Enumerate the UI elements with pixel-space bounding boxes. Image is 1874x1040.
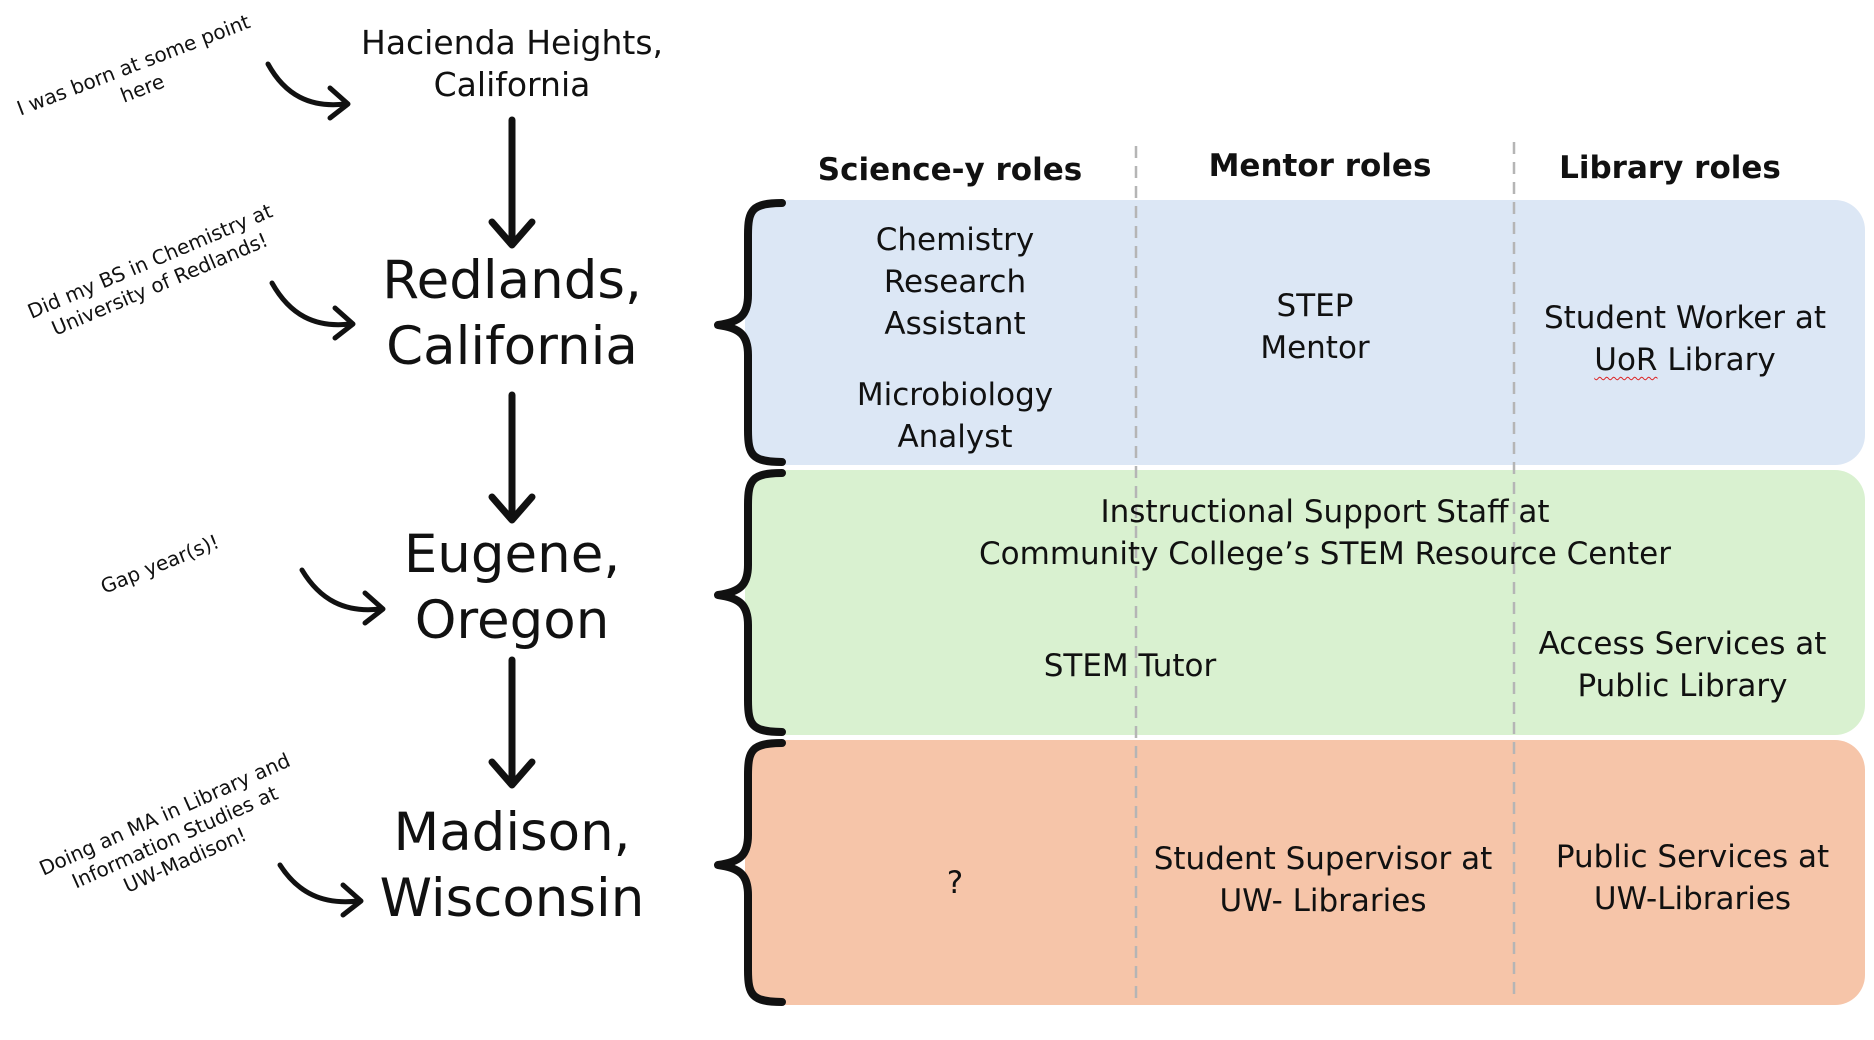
role-microbiology-analyst: Microbiology Analyst (856, 377, 1054, 455)
column-header-library: Library roles (1559, 150, 1781, 186)
brace-eugene (714, 469, 786, 736)
brace-madison (714, 739, 786, 1006)
column-header-mentor: Mentor roles (1208, 148, 1432, 184)
role-public-services-uw-libraries: Public Services at UW-Libraries (1555, 839, 1830, 917)
role-stem-tutor: STEM Tutor (1043, 648, 1217, 684)
location-eugene: Eugene, Oregon (403, 524, 621, 651)
note-arrow-born (265, 61, 351, 121)
role-student-worker-uor-library: Student Worker at UoR Library (1543, 300, 1827, 378)
role-access-services-public-library: Access Services at Public Library (1538, 626, 1827, 704)
note-arrow-ma (277, 862, 364, 918)
role-instructional-support-staff: Instructional Support Staff at Community… (979, 494, 1671, 572)
spellcheck-underlined-word: UoR (1594, 342, 1658, 378)
location-madison: Madison, Wisconsin (379, 802, 645, 929)
brace-redlands (714, 199, 786, 466)
location-redlands: Redlands, California (382, 250, 642, 377)
arrow-down-3 (488, 656, 536, 789)
role-unknown-science: ? (946, 865, 964, 901)
note-arrow-bs (269, 280, 356, 341)
role-chemistry-research-assistant: Chemistry Research Assistant (875, 222, 1035, 342)
column-header-science: Science-y roles (817, 152, 1083, 188)
role-step-mentor: STEP Mentor (1260, 288, 1370, 366)
role-student-supervisor-uw-libraries: Student Supervisor at UW- Libraries (1153, 841, 1493, 919)
location-hacienda-heights: Hacienda Heights, California (361, 23, 663, 104)
arrow-down-1 (488, 116, 536, 249)
arrow-down-2 (488, 391, 536, 524)
